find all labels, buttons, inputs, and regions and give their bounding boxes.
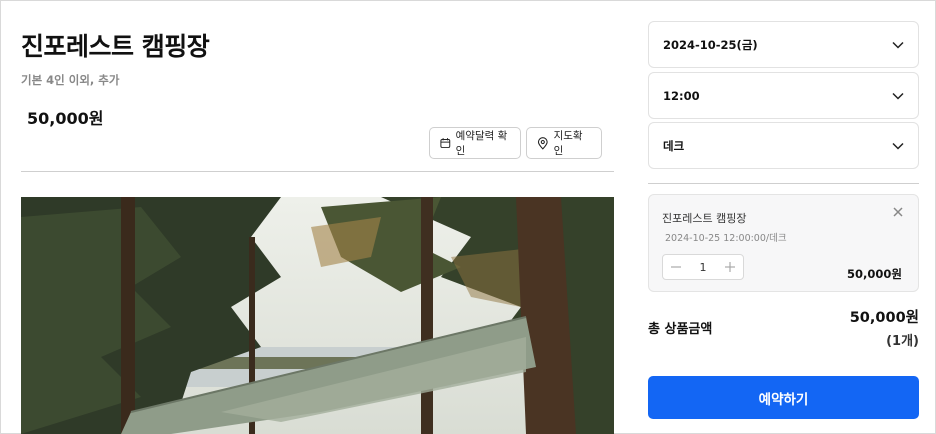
cart-item: 진포레스트 캠핑장 2024-10-25 12:00:00/데크 1 50,00… [648, 194, 919, 292]
divider [21, 171, 614, 172]
page-title: 진포레스트 캠핑장 [21, 32, 210, 61]
chevron-down-icon [892, 142, 904, 150]
plus-icon[interactable] [724, 261, 736, 273]
cart-item-price: 50,000원 [847, 267, 902, 281]
calendar-icon [440, 138, 451, 148]
minus-icon[interactable] [670, 261, 682, 273]
cart-item-detail: 2024-10-25 12:00:00/데크 [665, 233, 787, 244]
site-select[interactable]: 데크 [648, 122, 919, 169]
map-check-label: 지도확인 [553, 130, 583, 157]
divider [648, 183, 919, 184]
quantity-stepper: 1 [662, 254, 744, 280]
total-label: 총 상품금액 [648, 322, 713, 337]
date-select[interactable]: 2024-10-25(금) [648, 21, 919, 68]
map-check-button[interactable]: 지도확인 [526, 127, 602, 159]
product-price: 50,000원 [27, 109, 104, 128]
time-select[interactable]: 12:00 [648, 72, 919, 119]
time-select-value: 12:00 [663, 88, 700, 103]
close-icon[interactable] [891, 205, 905, 219]
quantity-value[interactable]: 1 [700, 261, 707, 274]
chevron-down-icon [892, 92, 904, 100]
map-pin-icon [537, 136, 548, 150]
chevron-down-icon [892, 41, 904, 49]
calendar-check-label: 예약달력 확인 [455, 130, 508, 157]
campsite-photo [21, 197, 614, 434]
reserve-button[interactable]: 예약하기 [648, 376, 919, 419]
date-select-value: 2024-10-25(금) [663, 37, 758, 52]
total-count: (1개) [886, 334, 919, 349]
product-subtitle: 기본 4인 이외, 추가 [21, 73, 120, 87]
calendar-check-button[interactable]: 예약달력 확인 [429, 127, 521, 159]
cart-item-name: 진포레스트 캠핑장 [662, 212, 747, 225]
site-select-value: 데크 [663, 138, 685, 153]
total-price: 50,000원 [849, 310, 919, 326]
